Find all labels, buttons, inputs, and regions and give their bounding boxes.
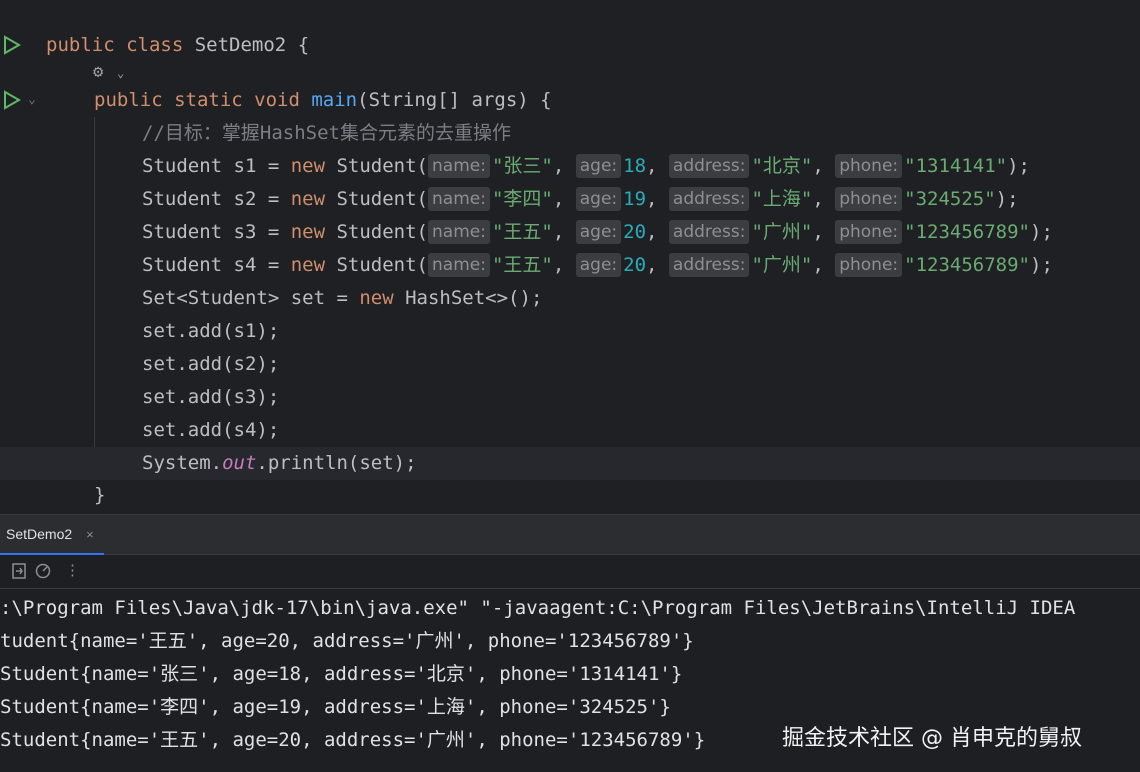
restart-debug-icon[interactable] [35,563,53,579]
code-editor[interactable]: public class SetDemo2 { ⚙ ⌄ ⌄ public sta… [0,0,1140,514]
code-line-add[interactable]: set.add(s2); [0,348,1140,381]
param-hint: age: [575,220,622,244]
param-hint: phone: [835,154,903,178]
code-line-class[interactable]: public class SetDemo2 { [0,29,1140,62]
close-icon[interactable]: × [86,527,94,542]
param-hint: name: [428,187,490,211]
code-line-main[interactable]: public static void main(String[] args) { [0,84,1140,117]
console-line: :\Program Files\Java\jdk-17\bin\java.exe… [0,597,1076,619]
watermark: 掘金技术社区 @ 肖申克的舅叔 [782,726,1082,751]
param-hint: age: [575,154,622,178]
code-line-close-brace[interactable]: } [0,479,1140,512]
console-line: Student{name='张三', age=18, address='北京',… [0,663,683,685]
console-line: tudent{name='王五', age=20, address='广州', … [0,630,694,652]
code-line-add[interactable]: set.add(s3); [0,381,1140,414]
param-hint: age: [575,253,622,277]
param-hint: name: [428,154,490,178]
param-hint: phone: [835,220,903,244]
param-hint: address: [668,220,750,244]
code-line-student[interactable]: Student s4 = new Student(name: "王五", age:… [0,249,1140,282]
param-hint: name: [428,253,490,277]
code-line-student[interactable]: Student s1 = new Student(name: "张三", age:… [0,150,1140,183]
run-tab-setdemo2[interactable]: SetDemo2 × [0,515,104,555]
code-line-student[interactable]: Student s3 = new Student(name: "王五", age:… [0,216,1140,249]
run-tool-window-header: SetDemo2 × [0,514,1140,555]
param-hint: name: [428,220,490,244]
param-hint: phone: [835,187,903,211]
console-line: Student{name='王五', age=20, address='广州',… [0,729,706,751]
chevron-down-icon[interactable]: ⌄ [117,66,124,80]
code-line-set[interactable]: Set<Student> set = new HashSet<>(); [0,282,1140,315]
code-line-print[interactable]: System.out.println(set); [0,447,1140,480]
console-toolbar: ⋮ [0,555,1140,589]
code-line-student[interactable]: Student s2 = new Student(name: "李四", age:… [0,183,1140,216]
more-options-icon[interactable]: ⋮ [65,561,80,579]
param-hint: age: [575,187,622,211]
export-icon[interactable] [12,563,26,579]
param-hint: address: [668,154,750,178]
ai-assistant-icon[interactable]: ⚙ [93,62,103,82]
run-tab-label: SetDemo2 [6,526,73,542]
param-hint: phone: [835,253,903,277]
code-line-add[interactable]: set.add(s4); [0,414,1140,447]
param-hint: address: [668,253,750,277]
param-hint: address: [668,187,750,211]
console-line: Student{name='李四', age=19, address='上海',… [0,696,671,718]
code-line-comment[interactable]: //目标：掌握HashSet集合元素的去重操作 [0,117,1140,150]
code-line-add[interactable]: set.add(s1); [0,315,1140,348]
